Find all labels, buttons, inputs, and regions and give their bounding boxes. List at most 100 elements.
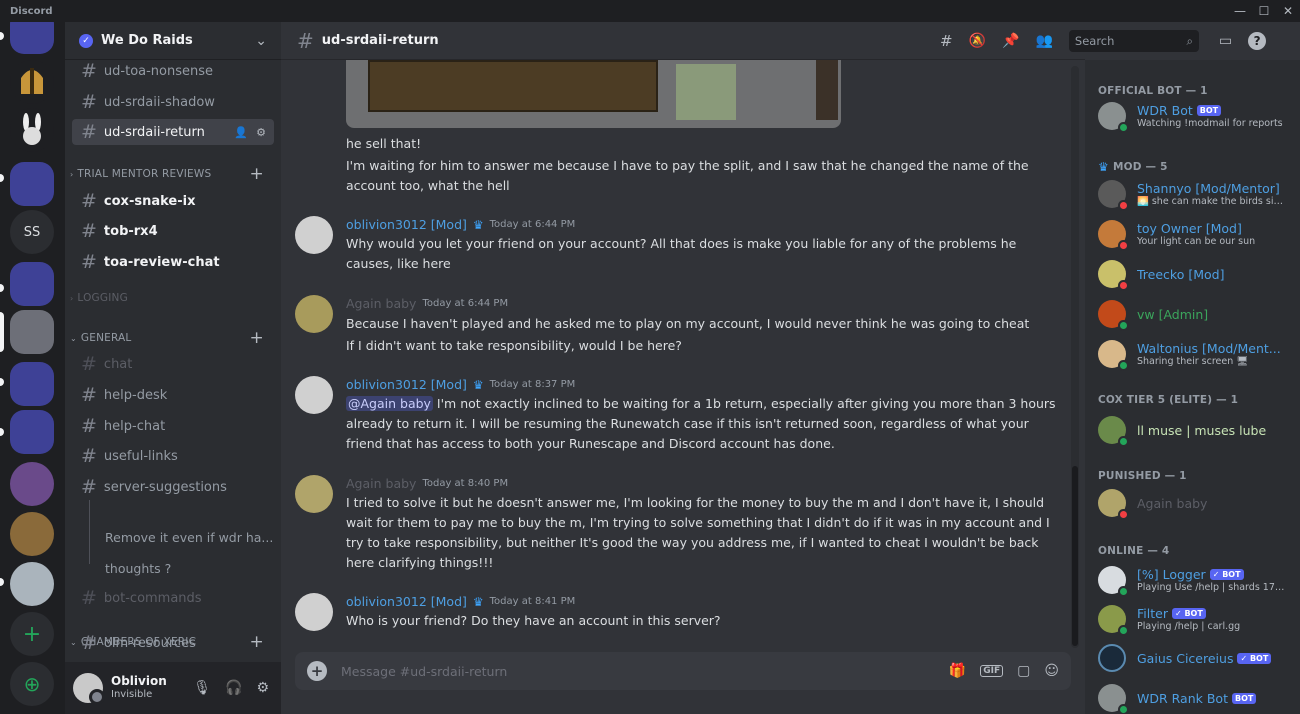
wdr-server-icon[interactable] [10, 310, 54, 354]
member-list-icon[interactable]: 👥 [1035, 33, 1052, 49]
message-text: he sell that! [346, 136, 422, 151]
crown-icon: ♛ [1098, 160, 1109, 174]
threads-icon[interactable]: # [940, 32, 953, 50]
user-mention[interactable]: @Again baby [346, 396, 433, 411]
channel-tob-rx4[interactable]: # tob-rx4 [72, 218, 274, 244]
category-logging[interactable]: › LOGGING [70, 292, 276, 304]
message-input[interactable] [341, 663, 861, 679]
chat-area: # ud-srdaii-return he sell that! I'm wai… [281, 22, 1085, 714]
member-waltonius[interactable]: Waltonius [Mod/Ment... Sharing their scre… [1098, 336, 1293, 372]
member-treecko[interactable]: Treecko [Mod] [1098, 256, 1293, 292]
avatar[interactable] [295, 475, 333, 513]
help-icon[interactable]: ? [1248, 32, 1267, 50]
maximize-button[interactable]: ☐ [1252, 0, 1276, 22]
channel-ud-srdaii-return[interactable]: # ud-srdaii-return 👤 ⚙ [72, 119, 274, 145]
channel-help-desk[interactable]: # help-desk [72, 382, 274, 408]
member-again-baby[interactable]: Again baby [1098, 485, 1293, 521]
member-name: Treecko [Mod] [1137, 266, 1225, 282]
message-composer: + 🎁 GIF ▢ ☺ [295, 652, 1071, 690]
chevron-right-icon: › [70, 293, 74, 303]
category-general[interactable]: ⌄ GENERAL + [70, 328, 276, 348]
server-folder-icon[interactable] [10, 162, 54, 206]
message-author[interactable]: Again baby [346, 476, 416, 491]
direct-messages-icon[interactable]: SS [10, 210, 54, 254]
emoji-icon[interactable]: ☺ [1044, 663, 1059, 679]
channel-useful-links[interactable]: # useful-links [72, 443, 274, 469]
server-icon[interactable] [10, 462, 54, 506]
member-filter[interactable]: Filter ✓ BOT Playing /help | carl.gg [1098, 601, 1293, 637]
add-channel-icon[interactable]: + [250, 164, 264, 184]
image-attachment[interactable] [346, 60, 841, 128]
scrollbar[interactable] [1071, 66, 1079, 648]
member-vw[interactable]: vw [Admin] [1098, 296, 1293, 332]
channel-chat[interactable]: # chat [72, 351, 274, 377]
message-author[interactable]: Again baby [346, 296, 416, 311]
channel-label: toa-review-chat [103, 254, 220, 270]
thread-thoughts[interactable]: thoughts ? [105, 561, 171, 576]
member-logger[interactable]: [%] Logger ✓ BOT Playing Use /help | shard… [1098, 562, 1293, 598]
gear-icon[interactable]: ⚙ [256, 126, 266, 139]
headphones-icon[interactable]: 🎧 [225, 680, 242, 696]
search-input[interactable]: Search ⌕ [1068, 30, 1199, 52]
avatar[interactable] [73, 673, 105, 705]
member-ll-muse[interactable]: ll muse | muses lube [1098, 412, 1293, 448]
gear-icon[interactable]: ⚙ [256, 680, 269, 696]
member-wdr-bot[interactable]: WDR Bot BOT Watching !modmail for reports [1098, 98, 1293, 134]
member-shannyo[interactable]: Shannyo [Mod/Mentor] 🌅 she can make the b… [1098, 176, 1293, 212]
server-folder-icon[interactable] [10, 410, 54, 454]
mute-bell-icon[interactable]: 🔕 [969, 33, 986, 49]
server-folder-icon[interactable] [10, 22, 54, 54]
channel-bot-commands[interactable]: # bot-commands [72, 585, 274, 611]
channel-label: useful-links [103, 448, 178, 464]
explore-compass-icon[interactable]: ⊕ [10, 662, 54, 706]
screenshot-sidebar [816, 60, 838, 120]
server-folder-icon[interactable] [10, 262, 54, 306]
member-toy-owner[interactable]: toy Owner [Mod] Your light can be our sun [1098, 216, 1293, 252]
member-wdr-rank-bot[interactable]: WDR Rank Bot BOT [1098, 680, 1293, 714]
helmet-server-icon[interactable] [10, 60, 54, 104]
gift-icon[interactable]: 🎁 [949, 663, 966, 679]
invite-icon[interactable]: 👤 [234, 126, 248, 139]
pin-icon[interactable]: 📌 [1002, 33, 1019, 49]
avatar[interactable] [295, 216, 333, 254]
inbox-icon[interactable]: ▭ [1219, 33, 1232, 49]
member-name: vw [Admin] [1137, 306, 1209, 322]
channel-toa-review-chat[interactable]: # toa-review-chat [72, 249, 274, 275]
server-folder-icon[interactable] [10, 362, 54, 406]
add-channel-icon[interactable]: + [250, 328, 264, 348]
message-author[interactable]: oblivion3012 [Mod] [346, 217, 467, 232]
channel-help-chat[interactable]: # help-chat [72, 413, 274, 439]
minimize-button[interactable]: — [1228, 0, 1252, 22]
chevron-down-icon[interactable]: ⌄ [255, 33, 267, 49]
avatar [1098, 566, 1129, 597]
channel-ud-srdaii-shadow[interactable]: # ud-srdaii-shadow [72, 89, 274, 115]
status-online [1118, 320, 1129, 331]
member-gaius[interactable]: Gaius Cicereius ✓ BOT [1098, 640, 1293, 676]
microphone-icon[interactable]: 🎙 [193, 680, 211, 696]
verified-icon: ✓ [79, 33, 93, 48]
thread-remove-it[interactable]: Remove it even if wdr ha... [105, 530, 273, 545]
guild-header[interactable]: ✓ We Do Raids ⌄ [65, 22, 281, 60]
message-author[interactable]: oblivion3012 [Mod] [346, 594, 467, 609]
member-activity: 🌅 she can make the birds sin... [1137, 196, 1287, 207]
channel-server-suggestions[interactable]: # server-suggestions [72, 474, 274, 500]
rabbit-server-icon[interactable] [10, 108, 54, 152]
channel-cox-snake-ix[interactable]: # cox-snake-ix [72, 188, 274, 214]
avatar[interactable] [295, 376, 333, 414]
channel-olm-resources[interactable]: # olm-resources [72, 630, 274, 656]
avatar[interactable] [295, 593, 333, 631]
gif-button[interactable]: GIF [980, 665, 1004, 677]
channel-label: cox-snake-ix [103, 193, 196, 209]
message-author[interactable]: oblivion3012 [Mod] [346, 377, 467, 392]
close-button[interactable]: ✕ [1276, 0, 1300, 22]
avatar[interactable] [295, 295, 333, 333]
category-trial-mentor-reviews[interactable]: › TRIAL MENTOR REVIEWS + [70, 164, 276, 184]
add-server-icon[interactable]: + [10, 612, 54, 656]
server-icon[interactable] [10, 562, 54, 606]
sticker-icon[interactable]: ▢ [1017, 663, 1030, 679]
channel-ud-toa-nonsense[interactable]: # ud-toa-nonsense [72, 60, 274, 84]
scrollbar-thumb[interactable] [1072, 466, 1078, 646]
attach-plus-icon[interactable]: + [307, 661, 327, 681]
server-icon[interactable] [10, 512, 54, 556]
message-text: I tried to solve it but he doesn't answe… [346, 495, 1050, 570]
